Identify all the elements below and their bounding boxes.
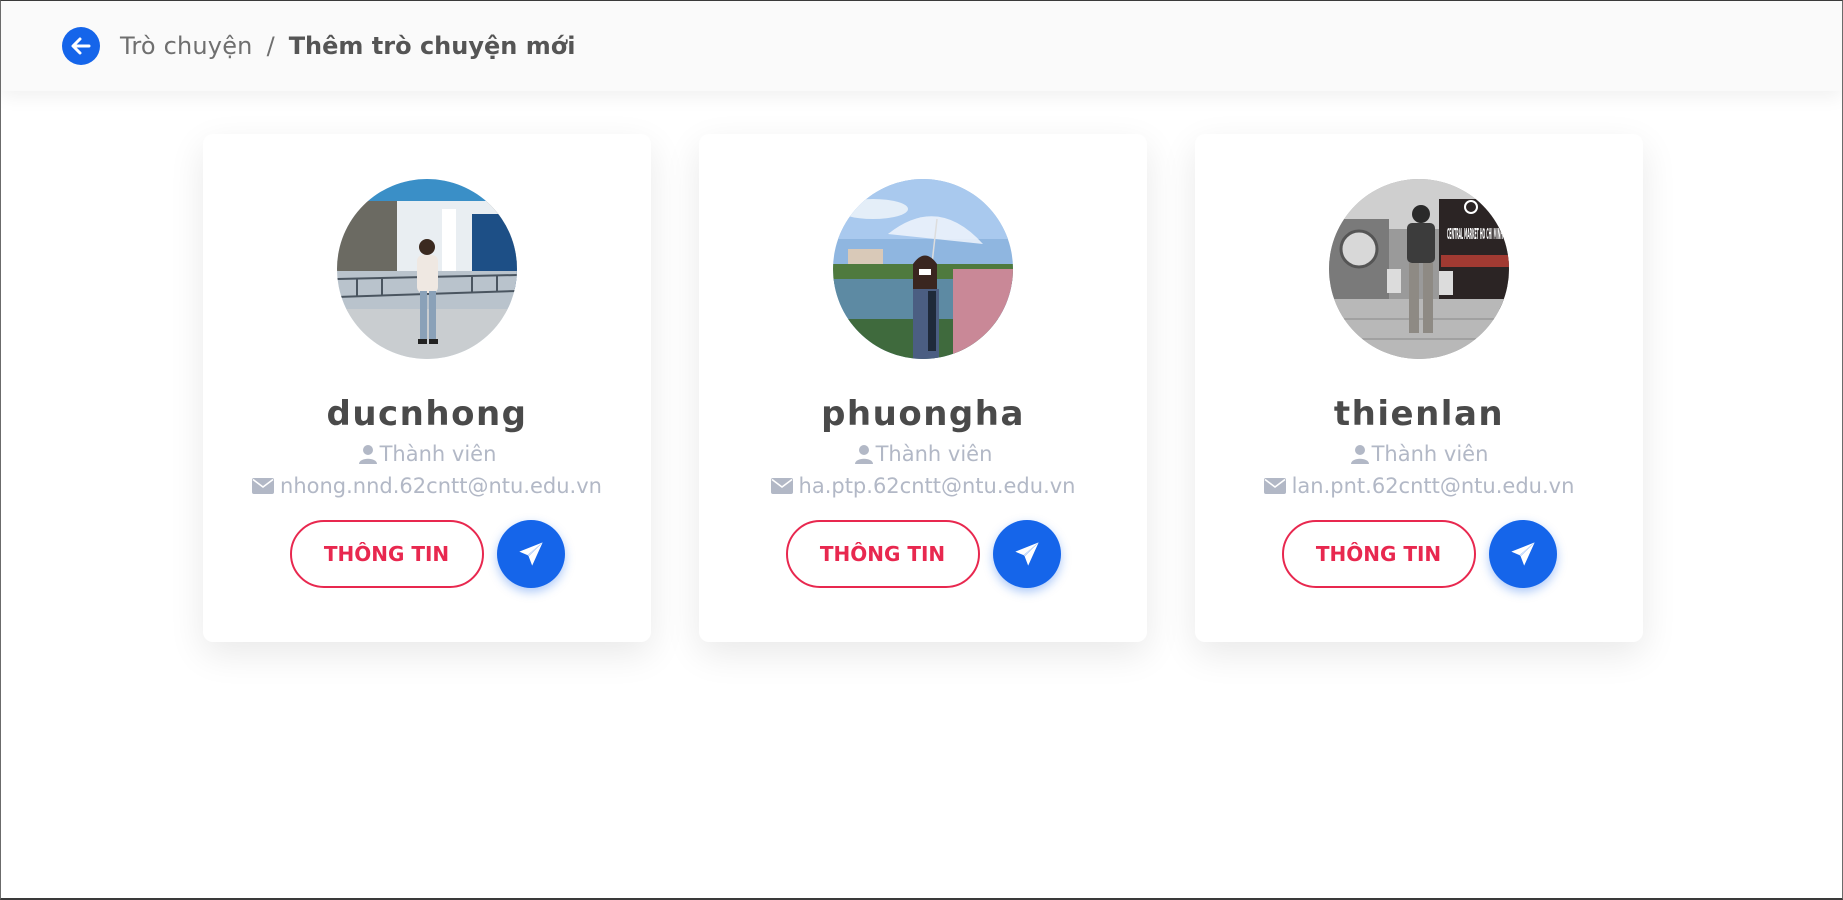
user-email-text: lan.pnt.62cntt@ntu.edu.vn — [1291, 474, 1575, 498]
send-message-button[interactable] — [496, 520, 565, 588]
photo-overlay-text: CENTRAL MARKET HO CHI MINH — [1447, 225, 1503, 243]
info-button[interactable]: THÔNG TIN — [1281, 520, 1476, 588]
app-window: Trò chuyện / Thêm trò chuyện mới ducnhon… — [0, 0, 1843, 900]
user-email-text: nhong.nnd.62cntt@ntu.edu.vn — [280, 474, 602, 498]
breadcrumb-link-chats[interactable]: Trò chuyện — [120, 32, 253, 60]
username: phuongha — [821, 394, 1025, 434]
user-role-label: Thành viên — [875, 442, 993, 466]
username: ducnhong — [326, 394, 528, 434]
paper-plane-icon — [1510, 542, 1535, 566]
card-actions: THÔNG TIN — [1281, 520, 1557, 588]
paper-plane-icon — [1014, 542, 1039, 566]
send-message-button[interactable] — [992, 520, 1061, 588]
arrow-left-icon — [71, 37, 91, 55]
card-actions: THÔNG TIN — [289, 520, 565, 588]
user-role-label: Thành viên — [1371, 442, 1489, 466]
top-bar: Trò chuyện / Thêm trò chuyện mới — [1, 1, 1842, 91]
user-icon — [358, 445, 377, 464]
user-icon — [854, 445, 873, 464]
user-card-list: ducnhong Thành viên nhong.nnd.62cntt@ntu… — [203, 134, 1643, 642]
envelope-icon — [1263, 478, 1286, 494]
user-email: nhong.nnd.62cntt@ntu.edu.vn — [252, 474, 602, 498]
send-message-button[interactable] — [1488, 520, 1557, 588]
back-button[interactable] — [62, 27, 100, 65]
user-email: ha.ptp.62cntt@ntu.edu.vn — [770, 474, 1076, 498]
card-actions: THÔNG TIN — [785, 520, 1061, 588]
user-card: CENTRAL MARKET HO CHI MINH thienlan Thàn… — [1195, 134, 1643, 642]
user-email: lan.pnt.62cntt@ntu.edu.vn — [1263, 474, 1575, 498]
info-button[interactable]: THÔNG TIN — [785, 520, 980, 588]
avatar — [337, 179, 517, 359]
avatar: CENTRAL MARKET HO CHI MINH — [1329, 179, 1509, 359]
info-button[interactable]: THÔNG TIN — [289, 520, 484, 588]
user-role: Thành viên — [1350, 442, 1489, 466]
paper-plane-icon — [518, 542, 543, 566]
user-card: ducnhong Thành viên nhong.nnd.62cntt@ntu… — [203, 134, 651, 642]
user-role: Thành viên — [358, 442, 497, 466]
page-title: Thêm trò chuyện mới — [288, 32, 576, 60]
breadcrumb-separator: / — [266, 32, 275, 60]
user-email-text: ha.ptp.62cntt@ntu.edu.vn — [798, 474, 1076, 498]
user-role-label: Thành viên — [379, 442, 497, 466]
user-role: Thành viên — [854, 442, 993, 466]
username: thienlan — [1333, 394, 1505, 434]
envelope-icon — [770, 478, 793, 494]
avatar — [833, 179, 1013, 359]
user-card: phuongha Thành viên ha.ptp.62cntt@ntu.ed… — [699, 134, 1147, 642]
user-icon — [1350, 445, 1369, 464]
envelope-icon — [252, 478, 275, 494]
